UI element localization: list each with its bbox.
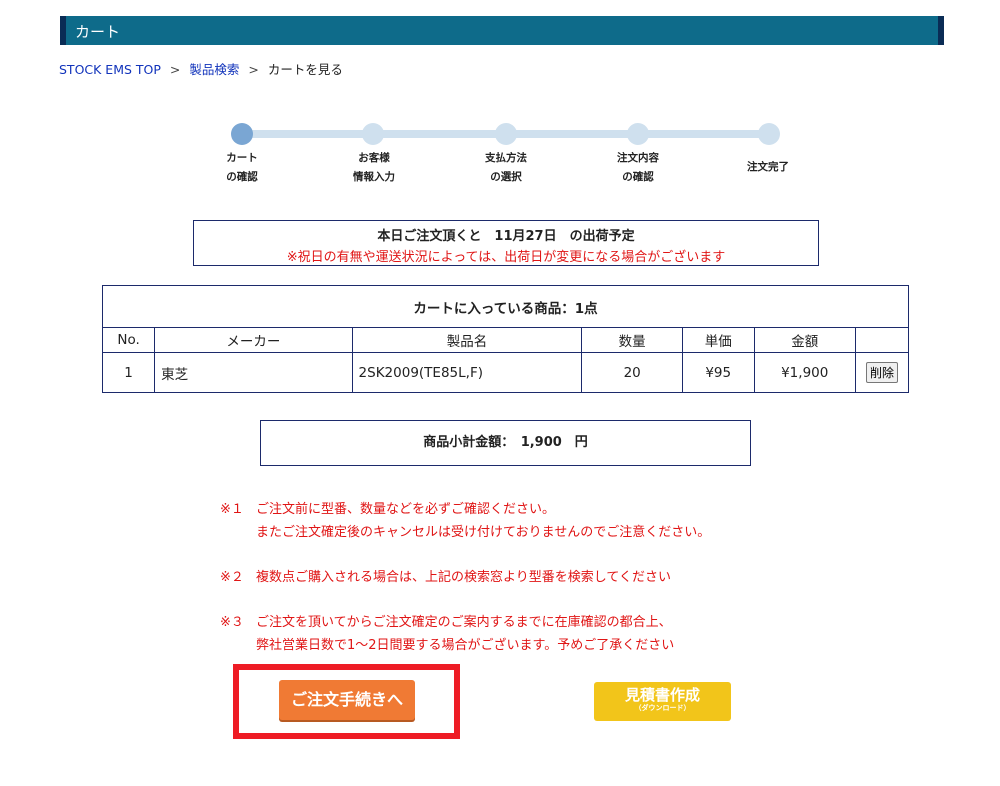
col-no: No. — [101, 327, 156, 353]
page-header: カート — [60, 16, 944, 45]
shipping-notice: 本日ご注文頂くと 11月27日 の出荷予定 ※祝日の有無や運送状況によっては、出… — [193, 220, 819, 266]
breadcrumb-home-link[interactable]: STOCK EMS TOP — [59, 62, 161, 77]
step-label-customer-info: お客様 情報入力 — [353, 152, 395, 183]
breadcrumb-current: カートを見る — [267, 62, 343, 77]
note-text: ご注文前に型番、数量などを必ずご確認ください。 — [256, 502, 556, 517]
col-unit-price: 単価 — [681, 327, 755, 353]
cell-product: 2SK2009(TE85L,F) — [351, 352, 583, 393]
note-1: ※１ ご注文前に型番、数量などを必ずご確認ください。 またご注文確定後のキャンセル… — [220, 498, 710, 544]
step-label-complete: 注文完了 — [747, 161, 789, 173]
page-header-title: カート — [75, 23, 121, 41]
col-action — [854, 327, 910, 353]
step-dot-confirm — [627, 123, 649, 145]
note-mark: ※２ — [220, 570, 244, 585]
proceed-to-order-button[interactable]: ご注文手続きへ — [279, 680, 415, 720]
breadcrumb-search-link[interactable]: 製品検索 — [189, 62, 239, 77]
step-dot-customer-info — [362, 123, 384, 145]
quote-button-sublabel: （ダウンロード） — [634, 704, 691, 712]
col-maker: メーカー — [154, 327, 353, 353]
col-amount: 金額 — [753, 327, 856, 353]
breadcrumb: STOCK EMS TOP > 製品検索 > カートを見る — [59, 59, 343, 78]
note-text: ご注文を頂いてからご注文確定のご案内するまでに在庫確認の都合上、 — [256, 615, 672, 630]
cart-table-header: No. メーカー 製品名 数量 単価 金額 — [101, 327, 910, 353]
cell-qty: 20 — [581, 352, 683, 393]
cell-no: 1 — [101, 352, 156, 393]
quote-button-label: 見積書作成 — [624, 686, 700, 704]
step-label-payment: 支払方法 の選択 — [485, 152, 527, 183]
cart-table: カートに入っている商品：1点 No. メーカー 製品名 数量 単価 金額 1 東… — [101, 285, 910, 393]
create-quote-button[interactable]: 見積書作成 （ダウンロード） — [594, 682, 731, 721]
note-2: ※２ 複数点ご購入される場合は、上記の検索窓より型番を検索してください — [220, 566, 671, 589]
note-mark: ※３ — [220, 615, 244, 630]
col-product: 製品名 — [351, 327, 583, 353]
shipping-date-text: 本日ご注文頂くと 11月27日 の出荷予定 — [377, 229, 635, 244]
step-dot-payment — [495, 123, 517, 145]
step-dot-cart — [231, 123, 253, 145]
cell-amount: ¥1,900 — [753, 352, 856, 393]
breadcrumb-separator: > — [169, 62, 181, 77]
step-dot-complete — [758, 123, 780, 145]
step-label-confirm: 注文内容 の確認 — [617, 152, 659, 183]
note-text: 複数点ご購入される場合は、上記の検索窓より型番を検索してください — [256, 570, 671, 585]
col-qty: 数量 — [581, 327, 683, 353]
table-row: 1 東芝 2SK2009(TE85L,F) 20 ¥95 ¥1,900 削除 — [101, 352, 910, 393]
cart-table-title: カートに入っている商品：1点 — [102, 285, 909, 328]
step-label-cart: カート の確認 — [226, 152, 258, 183]
subtotal-box: 商品小計金額： 1,900 円 — [260, 420, 751, 466]
cell-unit-price: ¥95 — [681, 352, 755, 393]
subtotal-text: 商品小計金額： 1,900 円 — [423, 435, 588, 450]
cell-action: 削除 — [854, 352, 910, 393]
delete-button[interactable]: 削除 — [865, 362, 898, 383]
note-text: 弊社営業日数で1～2日間要する場合がございます。予めご了承ください — [256, 638, 675, 653]
note-text: またご注文確定後のキャンセルは受け付けておりませんのでご注意ください。 — [256, 525, 711, 540]
shipping-warning-text: ※祝日の有無や運送状況によっては、出荷日が変更になる場合がございます — [286, 250, 726, 265]
breadcrumb-separator: > — [248, 62, 259, 77]
note-3: ※３ ご注文を頂いてからご注文確定のご案内するまでに在庫確認の都合上、 弊社営業日… — [220, 611, 674, 657]
note-mark: ※１ — [220, 502, 244, 517]
cell-maker: 東芝 — [154, 352, 353, 393]
